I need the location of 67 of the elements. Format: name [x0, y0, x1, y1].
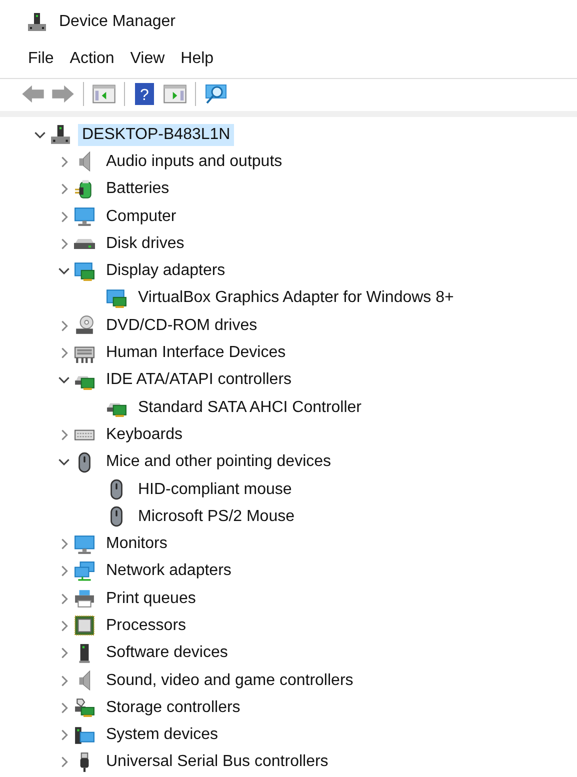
chevron-right-icon[interactable] — [60, 620, 68, 632]
monitor-icon — [74, 206, 95, 228]
tree-item[interactable]: DESKTOP-B483L1N — [78, 124, 234, 146]
tree-item[interactable]: Mice and other pointing devices — [102, 451, 336, 474]
tree-item[interactable]: Print queues — [102, 588, 200, 610]
tree-item[interactable]: Keyboards — [102, 424, 186, 446]
tree-item[interactable]: Monitors — [102, 533, 172, 556]
chevron-right-icon[interactable] — [60, 538, 68, 550]
monitor-icon — [74, 534, 95, 555]
computer-icon — [27, 12, 47, 32]
disk-drive-icon — [74, 238, 95, 250]
chevron-right-icon[interactable] — [60, 647, 68, 660]
chevron-down-icon[interactable] — [58, 267, 70, 276]
forward-arrow-icon[interactable] — [50, 83, 76, 105]
storage-controller-icon — [74, 697, 95, 718]
tree-item[interactable]: Human Interface Devices — [102, 342, 290, 364]
chevron-right-icon[interactable] — [60, 347, 68, 360]
chevron-right-icon[interactable] — [60, 702, 68, 714]
display-adapter-icon — [106, 288, 127, 309]
chevron-right-icon[interactable] — [60, 156, 68, 168]
tree-item[interactable]: Sound, video and game controllers — [102, 670, 358, 692]
tree-item[interactable]: Network adapters — [102, 560, 236, 582]
optical-drive-icon — [74, 315, 95, 336]
tree-item[interactable]: HID-compliant mouse — [134, 478, 296, 500]
tree-item[interactable]: Audio inputs and outputs — [102, 150, 286, 173]
scan-monitor-icon[interactable] — [203, 83, 229, 105]
tree-item[interactable]: Batteries — [102, 178, 174, 200]
back-arrow-icon[interactable] — [20, 83, 46, 105]
window-title: Device Manager — [59, 13, 176, 31]
tree-item[interactable]: Universal Serial Bus controllers — [102, 751, 332, 774]
chevron-right-icon[interactable] — [60, 320, 68, 332]
tree-item[interactable]: Display adapters — [102, 260, 230, 282]
tree-item[interactable]: Software devices — [102, 642, 232, 664]
tree-item[interactable]: Microsoft PS/2 Mouse — [134, 506, 298, 528]
action-pane-icon[interactable] — [162, 83, 188, 105]
tree-item[interactable]: System devices — [102, 724, 222, 746]
menu-item[interactable]: View — [122, 50, 173, 68]
computer-icon — [50, 124, 71, 146]
tree-item[interactable]: VirtualBox Graphics Adapter for Windows 8+ — [134, 287, 458, 310]
chevron-right-icon[interactable] — [60, 238, 68, 250]
tree-item[interactable]: Standard SATA AHCI Controller — [134, 396, 366, 419]
tree-item[interactable]: DVD/CD-ROM drives — [102, 314, 262, 337]
tree-item[interactable]: IDE ATA/ATAPI controllers — [102, 369, 296, 392]
tree-item[interactable]: Storage controllers — [102, 696, 244, 719]
chevron-down-icon[interactable] — [58, 458, 70, 466]
chevron-down-icon[interactable] — [34, 130, 46, 139]
menu-item[interactable]: Action — [62, 50, 122, 68]
chevron-right-icon[interactable] — [60, 756, 68, 768]
tree-item[interactable]: Disk drives — [102, 232, 188, 255]
pane-toggle-icon[interactable] — [91, 83, 117, 105]
chevron-right-icon[interactable] — [60, 183, 68, 196]
chevron-right-icon[interactable] — [60, 674, 68, 687]
display-adapter-icon — [74, 260, 95, 282]
system-icon — [74, 724, 95, 746]
menu-item[interactable]: File — [20, 50, 62, 68]
chevron-right-icon[interactable] — [60, 428, 68, 441]
chevron-right-icon[interactable] — [60, 592, 68, 605]
tree-item[interactable]: Processors — [102, 614, 190, 637]
network-icon — [74, 560, 95, 582]
chevron-down-icon[interactable] — [58, 376, 70, 384]
printer-icon — [74, 588, 95, 610]
chevron-right-icon[interactable] — [60, 210, 68, 223]
menu-item[interactable]: Help — [172, 50, 222, 68]
chevron-right-icon[interactable] — [60, 565, 68, 578]
tree-item[interactable]: Computer — [102, 206, 180, 228]
processor-chip-icon — [74, 615, 95, 636]
chevron-right-icon[interactable] — [60, 729, 68, 742]
